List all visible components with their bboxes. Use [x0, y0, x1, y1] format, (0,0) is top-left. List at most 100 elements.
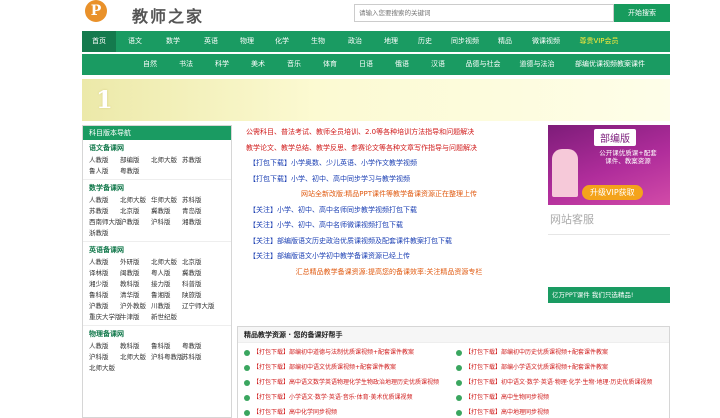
version-link[interactable]: 北师大版 — [151, 156, 182, 165]
version-link[interactable]: 华师大版 — [151, 196, 182, 205]
nav-item[interactable]: 政治 — [336, 31, 374, 52]
version-link[interactable]: 湘少版 — [89, 280, 120, 289]
helper-item[interactable]: 【打包下载】初中语文·数学·英语·物理·化学·生物·地理·历史优质课视频 — [456, 377, 668, 388]
version-link[interactable]: 苏科版 — [182, 196, 213, 205]
version-link[interactable]: 清华版 — [120, 291, 151, 300]
announcement-link[interactable]: 教学论文、教学总结、教学反思、参赛论文等各种文章写作指导与问题解决 — [237, 141, 541, 157]
helper-item[interactable]: 【打包下载】部编初中历史优质课视频+配套课件教案 — [456, 347, 668, 358]
version-link[interactable]: 鲁科版 — [151, 342, 182, 351]
helper-item[interactable]: 【打包下载】部编初中语文优质课视频+配套课件教案 — [244, 362, 456, 373]
helper-item[interactable]: 【打包下载】小学语文·数学·英语·音乐·体育·美术优质课视频 — [244, 392, 456, 403]
nav-item[interactable]: 微课视频 — [522, 31, 570, 52]
nav-secondary-item[interactable]: 品德与社会 — [456, 54, 510, 75]
nav-secondary-item[interactable]: 汉语 — [420, 54, 456, 75]
version-link[interactable]: 人教版 — [89, 196, 120, 205]
announcement-link[interactable]: 【关注】部编版语文历史政治优质课视频及配套课件教案打包下载 — [237, 234, 541, 250]
version-link[interactable]: 鲁人版 — [89, 167, 120, 176]
nav-item[interactable]: 数学 — [154, 31, 192, 52]
announcement-link[interactable]: 网站全新改版:精品PPT课件等教学备课资源正在整理上传 — [237, 187, 541, 203]
version-link[interactable]: 牛津版 — [120, 313, 151, 322]
version-link[interactable]: 重庆大学版 — [89, 313, 122, 322]
nav-item[interactable]: 物理 — [230, 31, 264, 52]
version-link[interactable]: 新世纪版 — [151, 313, 182, 322]
section-heading[interactable]: 数学备课网 — [89, 182, 231, 194]
version-link[interactable]: 人教版 — [89, 156, 120, 165]
search-input[interactable] — [354, 4, 614, 22]
version-link[interactable]: 陕旅版 — [182, 291, 213, 300]
nav-item[interactable]: 语文 — [116, 31, 154, 52]
nav-secondary-item[interactable]: 体育 — [312, 54, 348, 75]
nav-item[interactable]: 同步视频 — [442, 31, 488, 52]
nav-secondary-item[interactable]: 道德与法治 — [510, 54, 564, 75]
announcement-link[interactable]: 【打包下载】小学、初中、高中同步学习与教学视频 — [237, 172, 541, 188]
nav-item[interactable]: 英语 — [192, 31, 230, 52]
version-link[interactable]: 闽教版 — [120, 269, 151, 278]
announcement-link[interactable]: 【关注】小学、初中、高中名师同步教学视频打包下载 — [237, 203, 541, 219]
version-link[interactable]: 西南师大版 — [89, 218, 122, 227]
customer-service-heading[interactable]: 网站客服 — [548, 205, 670, 235]
version-link[interactable]: 北京版 — [120, 207, 151, 216]
version-link[interactable]: 沪科版 — [89, 353, 120, 362]
nav-item[interactable]: 化学 — [264, 31, 300, 52]
nav-item[interactable]: 历史 — [408, 31, 442, 52]
nav-secondary-item[interactable]: 自然 — [132, 54, 168, 75]
version-link[interactable]: 湘教版 — [182, 218, 213, 227]
section-heading[interactable]: 英语备课网 — [89, 244, 231, 256]
nav-secondary-item[interactable]: 日语 — [348, 54, 384, 75]
version-link[interactable]: 沪教版 — [120, 218, 151, 227]
nav-item[interactable]: 尊贵VIP会员 — [570, 31, 628, 52]
version-link[interactable]: 外研版 — [120, 258, 151, 267]
version-link[interactable]: 粤教版 — [120, 167, 151, 176]
version-link[interactable]: 浙教版 — [89, 229, 120, 238]
vip-ad[interactable]: 部编版 公开课优质课+配套 课件、教案资源 升级VIP获取 — [548, 125, 670, 205]
version-link[interactable]: 鲁湘版 — [151, 291, 182, 300]
version-link[interactable]: 沪教版 — [89, 302, 120, 311]
version-link[interactable]: 北京版 — [182, 258, 213, 267]
version-link[interactable]: 教科版 — [120, 280, 151, 289]
nav-item[interactable]: 首页 — [82, 31, 116, 52]
version-link[interactable]: 沪外教版 — [120, 302, 151, 311]
nav-item[interactable]: 生物 — [300, 31, 336, 52]
section-heading[interactable]: 物理备课网 — [89, 328, 231, 340]
version-link[interactable]: 沪科粤教版 — [151, 353, 184, 362]
version-link[interactable]: 冀教版 — [182, 269, 213, 278]
helper-item[interactable]: 【打包下载】高中语文数学英语物理化学生物政治地理历史优质课视频 — [244, 377, 456, 388]
version-link[interactable]: 北师大版 — [120, 353, 151, 362]
helper-item[interactable]: 【打包下载】高中生物同步视频 — [456, 392, 668, 403]
nav-item[interactable]: 地理 — [374, 31, 408, 52]
nav-secondary-item[interactable]: 书法 — [168, 54, 204, 75]
announcement-link[interactable]: 公需科目、普法考试、教师全员培训、2.0等各种培训方法指导和问题解决 — [237, 125, 541, 141]
version-link[interactable]: 辽宁师大版 — [182, 302, 215, 311]
announcement-link[interactable]: 【关注】部编版语文小学初中教学备课资源已经上传 — [237, 249, 541, 265]
version-link[interactable]: 粤教版 — [182, 342, 213, 351]
ppt-template-bar[interactable]: 亿万PPT课件 我们只选精品! — [548, 287, 670, 303]
nav-secondary-item[interactable]: 音乐 — [276, 54, 312, 75]
version-link[interactable]: 苏科版 — [182, 353, 213, 362]
section-heading[interactable]: 语文备课网 — [89, 142, 231, 154]
nav-secondary-item[interactable]: 部编优课视频教案课件 — [564, 54, 656, 75]
version-link[interactable]: 苏教版 — [182, 156, 213, 165]
version-link[interactable]: 川教版 — [151, 302, 182, 311]
nav-secondary-item[interactable]: 俄语 — [384, 54, 420, 75]
version-link[interactable]: 沪科版 — [151, 218, 182, 227]
version-link[interactable]: 译林版 — [89, 269, 120, 278]
announcement-link[interactable]: 汇总精品教学备课资源:提高您的备课效率:关注精品资源专栏 — [237, 265, 541, 281]
nav-item[interactable]: 精品 — [488, 31, 522, 52]
version-link[interactable]: 鲁科版 — [89, 291, 120, 300]
helper-item[interactable]: 【打包下载】高中化学同步视频 — [244, 407, 456, 418]
site-name[interactable]: 教师之家 — [132, 3, 204, 27]
version-link[interactable]: 粤人版 — [151, 269, 182, 278]
banner-ad[interactable]: 1 — [82, 79, 670, 121]
helper-item[interactable]: 【打包下载】部编初中道德与法制优质课视频+配套课件教案 — [244, 347, 456, 358]
upgrade-vip-button[interactable]: 升级VIP获取 — [582, 185, 643, 200]
version-link[interactable]: 北师大版 — [151, 258, 182, 267]
helper-item[interactable]: 【打包下载】部编小学语文优质课视频+配套课件教案 — [456, 362, 668, 373]
version-link[interactable]: 北师大版 — [89, 364, 120, 373]
announcement-link[interactable]: 【关注】小学、初中、高中名师微课视频打包下载 — [237, 218, 541, 234]
nav-secondary-item[interactable]: 美术 — [240, 54, 276, 75]
helper-item[interactable]: 【打包下载】高中地理同步视频 — [456, 407, 668, 418]
version-link[interactable]: 人教版 — [89, 258, 120, 267]
nav-secondary-item[interactable]: 科学 — [204, 54, 240, 75]
version-link[interactable]: 北师大版 — [120, 196, 151, 205]
version-link[interactable]: 青岛版 — [182, 207, 213, 216]
